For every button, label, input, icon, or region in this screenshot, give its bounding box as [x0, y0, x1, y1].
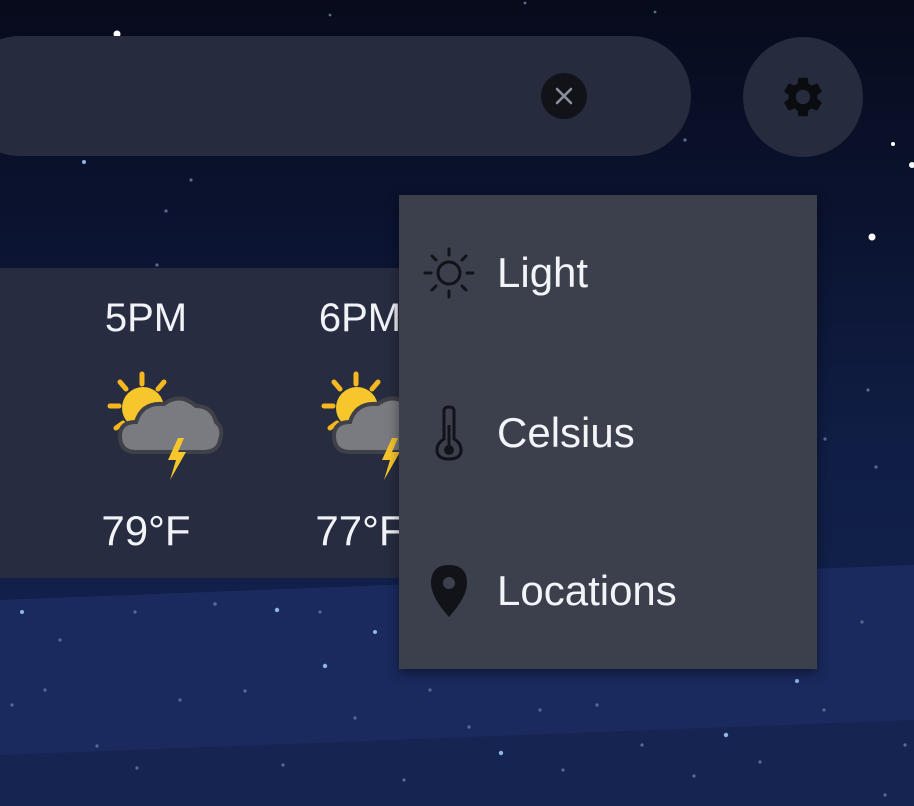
hour-time: 5PM [104, 296, 188, 340]
clear-search-button[interactable] [541, 73, 587, 119]
menu-label-light: Light [497, 249, 589, 296]
weather-app: 5PM 79°F 6PM 77°F Light Celsius Location… [0, 0, 914, 806]
menu-label-celsius: Celsius [497, 409, 635, 456]
location-pin-icon [421, 563, 477, 619]
sun-icon [421, 245, 477, 301]
settings-button[interactable] [743, 37, 863, 157]
thermometer-icon [421, 405, 477, 461]
settings-menu: Light Celsius Locations [399, 195, 817, 669]
close-icon [555, 87, 573, 105]
menu-label-locations: Locations [497, 567, 677, 614]
menu-item-locations[interactable]: Locations [399, 541, 817, 641]
gear-icon [784, 77, 822, 117]
search-bar[interactable] [0, 36, 691, 156]
hourly-forecast: 5PM 79°F 6PM 77°F [0, 268, 438, 578]
menu-item-units[interactable]: Celsius [399, 383, 817, 483]
hour-temp: 79°F [101, 507, 191, 554]
sun-cloud-lightning-icon [106, 368, 226, 493]
menu-item-theme[interactable]: Light [399, 223, 817, 323]
